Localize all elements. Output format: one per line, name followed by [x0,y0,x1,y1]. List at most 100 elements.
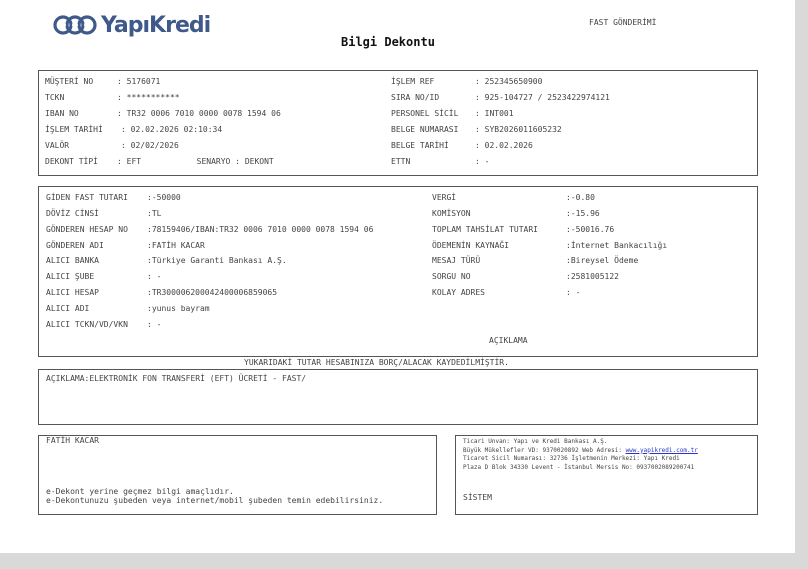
alici-tckn-row: ALICI TCKN/VD/VKN: - [46,320,162,329]
value: -15.96 [570,209,600,218]
description-text: AÇIKLAMA:ELEKTRONİK FON TRANSFERİ (EFT) … [46,374,307,383]
label: ALICI ADI [46,304,90,313]
alici-sube-row: ALICI ŞUBE: - [46,272,162,281]
belge-tarihi-row: BELGE TARİHİ: 02.02.2026 [391,141,533,150]
alici-adi-row: ALICI ADI:yunus bayram [46,304,210,313]
value: 78159406/IBAN:TR32 0006 7010 0000 0078 1… [151,225,374,234]
label: DÖVİZ CİNSİ [46,209,99,218]
label: GİDEN FAST TUTARI [46,193,128,202]
tutar-row: GİDEN FAST TUTARI:-50000 [46,193,181,202]
belge-no-row: BELGE NUMARASI: SYB2026011605232 [391,125,562,134]
label: MÜŞTERİ NO [45,77,94,86]
legal-line-1: Ticari Unvan: Yapı ve Kredi Bankası A.Ş. [463,438,608,445]
value: - [156,272,162,281]
kolay-adres-row: KOLAY ADRES: - [432,288,581,297]
label: BELGE TARİHİ [391,141,449,150]
yapikredi-logo-icon [53,15,97,35]
value: Bireysel Ödeme [570,256,639,265]
value: İnternet Bankacılığı [570,241,668,250]
odeme-kaynagi-row: ÖDEMENİN KAYNAĞI:İnternet Bankacılığı [432,241,668,250]
alici-hesap-row: ALICI HESAP:TR300006200042400006859065 [46,288,278,297]
value: 02/02/2026 [130,141,179,150]
label: GÖNDEREN HESAP NO [46,225,128,234]
gonderen-adi-row: GÖNDEREN ADI:FATİH KACAR [46,241,205,250]
label: ALICI TCKN/VD/VKN [46,320,128,329]
label: GÖNDEREN ADI [46,241,104,250]
label: SIRA NO/ID [391,93,440,102]
value: 2581005122 [570,272,619,281]
value: TR32 0006 7010 0000 0078 1594 06 [126,109,281,118]
value: FATİH KACAR [151,241,205,250]
islem-tarihi-row: İŞLEM TARİHİ: 02.02.2026 02:10:34 [45,125,223,134]
value: TR300006200042400006859065 [151,288,278,297]
value: -50016.76 [570,225,615,234]
debit-notice: YUKARIDAKİ TUTAR HESABINIZA BORÇ/ALACAK … [244,358,509,367]
value: - [575,288,581,297]
value: - [156,320,162,329]
logo-text: YapıKredi [101,12,211,38]
value: 925-104727 / 2523422974121 [484,93,610,102]
tckn-row: TCKN: *********** [45,93,180,102]
label: ETTN [391,157,411,166]
value: -0.80 [570,193,595,202]
value: 252345650900 [484,77,543,86]
islem-ref-row: İŞLEM REF: 252345650900 [391,77,543,86]
doviz-row: DÖVİZ CİNSİ:TL [46,209,162,218]
legal-line-2: Büyük Mükellefler VD: 9370020892 Web Adr… [463,447,698,456]
website-link[interactable]: www.yapikredi.com.tr [626,447,698,454]
value: - [484,157,490,166]
dekont-tipi-row: DEKONT TİPİ: EFT SENARYO : DEKONT [45,157,274,166]
legal-line-2-text: Büyük Mükellefler VD: 9370020892 Web Adr… [463,446,626,454]
disclaimer-line-2: e-Dekontunuzu şubeden veya internet/mobi… [46,496,384,505]
label: ÖDEMENİN KAYNAĞI [432,241,510,250]
label: İŞLEM TARİHİ [45,125,103,134]
legal-line-4: Plaza D Blok 34330 Levent - İstanbul Mer… [463,463,695,471]
label: ALICI HESAP [46,288,99,297]
value: TL [151,209,162,218]
vergi-row: VERGİ:-0.80 [432,193,595,202]
personel-row: PERSONEL SİCİL: INT001 [391,109,514,118]
komisyon-row: KOMİSYON:-15.96 [432,209,600,218]
valor-row: VALÖR: 02/02/2026 [45,141,179,150]
iban-row: IBAN NO: TR32 0006 7010 0000 0078 1594 0… [45,109,281,118]
disclaimer-line-1: e-Dekont yerine geçmez bilgi amaçlıdır. [46,487,234,496]
aciklama-header: AÇIKLAMA [489,336,528,345]
page-shadow-bottom [0,553,808,569]
label: DEKONT TİPİ [45,157,98,166]
senaryo-value: DEKONT [244,157,274,166]
label: BELGE NUMARASI [391,125,459,134]
label: IBAN NO [45,109,79,118]
alici-banka-row: ALICI BANKA:Türkiye Garanti Bankası A.Ş. [46,256,287,265]
customer-name: FATİH KACAR [46,436,99,445]
value: INT001 [484,109,514,118]
label: PERSONEL SİCİL [391,109,459,118]
label: İŞLEM REF [391,77,435,86]
page-shadow-right [795,0,808,569]
toplam-row: TOPLAM TAHSİLAT TUTARI:-50016.76 [432,225,615,234]
ettn-row: ETTN: - [391,157,490,166]
label: ALICI ŞUBE [46,272,95,281]
mesaj-turu-row: MESAJ TÜRÜ:Bireysel Ödeme [432,256,639,265]
label: KOLAY ADRES [432,288,485,297]
bank-logo: YapıKredi [52,11,211,39]
label: ALICI BANKA [46,256,99,265]
label: TOPLAM TAHSİLAT TUTARI [432,225,538,234]
value: -50000 [151,193,181,202]
label: KOMİSYON [432,209,471,218]
sira-row: SIRA NO/ID: 925-104727 / 2523422974121 [391,93,610,102]
value: 5176071 [126,77,161,86]
value: yunus bayram [151,304,210,313]
value: Türkiye Garanti Bankası A.Ş. [151,256,287,265]
value: 02.02.2026 02:10:34 [130,125,223,134]
transfer-type: FAST GÖNDERİMİ [589,18,657,27]
musteri-no-row: MÜŞTERİ NO: 5176071 [45,77,161,86]
label: MESAJ TÜRÜ [432,256,481,265]
value: 02.02.2026 [484,141,533,150]
sorgu-row: SORGU NO:2581005122 [432,272,619,281]
label: VERGİ [432,193,457,202]
document-title: Bilgi Dekontu [341,35,435,49]
legal-line-3: Ticaret Sicil Numarası: 32736 İşletmenin… [463,455,680,462]
value: *********** [126,93,180,102]
label: VALÖR [45,141,70,150]
value: EFT [126,157,142,166]
